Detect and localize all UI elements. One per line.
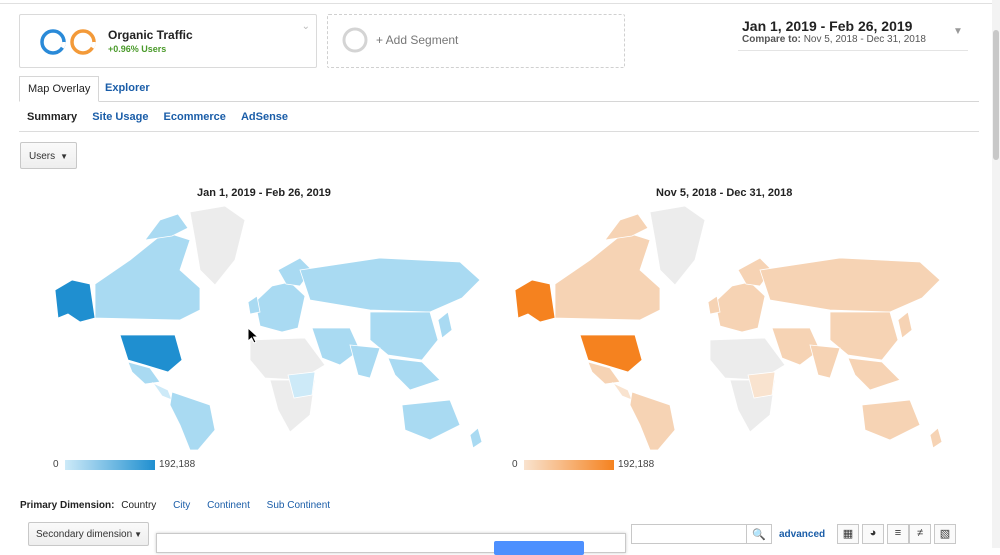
caret-down-icon: ▼: [60, 152, 68, 161]
popup-primary-button[interactable]: [494, 541, 584, 555]
subnav-divider: [19, 131, 979, 132]
report-tabs: Map Overlay Explorer: [19, 76, 979, 102]
primary-dimension-current: Country: [121, 500, 157, 511]
pivot-view-icon[interactable]: ▧: [934, 524, 956, 544]
map-region-russia[interactable]: [759, 257, 941, 313]
compare-label: Compare to:: [742, 34, 801, 45]
table-search-input[interactable]: [631, 524, 747, 544]
advanced-filter-link[interactable]: advanced: [779, 529, 825, 540]
subnav-summary[interactable]: Summary: [27, 111, 77, 123]
map-region-new-zealand[interactable]: [469, 427, 483, 449]
caret-down-icon: ▼: [134, 530, 142, 539]
map-region-southeast-asia[interactable]: [387, 357, 441, 391]
top-divider: [0, 3, 1000, 4]
map-region-china[interactable]: [369, 311, 439, 361]
popup-panel: [156, 533, 626, 555]
empty-segment-icon: [342, 27, 368, 53]
map-region-russia[interactable]: [299, 257, 481, 313]
map-region-europe[interactable]: [254, 281, 306, 333]
map-region-japan[interactable]: [437, 311, 453, 339]
map-legend-current: 0 192,188: [53, 459, 195, 470]
tab-explorer[interactable]: Explorer: [97, 76, 158, 102]
segment-title: Organic Traffic: [108, 28, 193, 42]
map-region-greenland[interactable]: [189, 205, 246, 286]
segment-organic-traffic[interactable]: Organic Traffic +0.96% Users ⌄: [19, 14, 317, 68]
date-range-compare[interactable]: Compare to: Nov 5, 2018 - Dec 31, 2018: [742, 34, 926, 45]
legend-max: 192,188: [618, 459, 655, 470]
compare-dates: Nov 5, 2018 - Dec 31, 2018: [803, 34, 926, 45]
map-region-usa[interactable]: [579, 334, 643, 373]
map-region-alaska[interactable]: [54, 279, 96, 323]
performance-view-icon[interactable]: ≡: [887, 524, 909, 544]
map-region-japan[interactable]: [897, 311, 913, 339]
map-title-compare: Nov 5, 2018 - Dec 31, 2018: [656, 187, 793, 199]
world-map-compare[interactable]: [510, 200, 950, 450]
map-region-canada[interactable]: [94, 231, 201, 321]
subnav-ecommerce[interactable]: Ecommerce: [164, 111, 226, 123]
search-icon[interactable]: 🔍: [747, 524, 772, 544]
map-region-south-america[interactable]: [629, 391, 676, 450]
map-region-alaska[interactable]: [514, 279, 556, 323]
map-region-china[interactable]: [829, 311, 899, 361]
map-region-canada-islands[interactable]: [144, 213, 189, 241]
metric-dropdown[interactable]: Users ▼: [20, 142, 77, 169]
map-region-central-america[interactable]: [151, 382, 173, 401]
legend-max: 192,188: [159, 459, 196, 470]
subnav-site-usage[interactable]: Site Usage: [92, 111, 148, 123]
world-map-current[interactable]: [50, 200, 490, 450]
map-region-australia[interactable]: [401, 399, 461, 441]
segment-rings-icon: [40, 29, 96, 55]
date-range-dropdown-icon[interactable]: ▼: [953, 26, 963, 37]
legend-gradient-bar: [524, 460, 614, 470]
page-scrollbar[interactable]: [992, 0, 1000, 548]
map-region-new-zealand[interactable]: [929, 427, 943, 449]
add-segment-label: + Add Segment: [376, 33, 459, 47]
map-title-current: Jan 1, 2019 - Feb 26, 2019: [197, 187, 331, 199]
dimension-city-link[interactable]: City: [173, 500, 190, 511]
map-region-south-america[interactable]: [169, 391, 216, 450]
map-region-india[interactable]: [809, 344, 841, 379]
explorer-subnav: Summary Site Usage Ecommerce AdSense: [27, 111, 300, 123]
date-range-primary[interactable]: Jan 1, 2019 - Feb 26, 2019: [742, 18, 912, 34]
map-region-southeast-asia[interactable]: [847, 357, 901, 391]
map-region-india[interactable]: [349, 344, 381, 379]
tab-map-overlay[interactable]: Map Overlay: [19, 76, 100, 102]
secondary-dimension-label: Secondary dimension: [36, 529, 133, 540]
legend-min: 0: [53, 459, 59, 470]
primary-dimension-label: Primary Dimension:: [20, 500, 115, 511]
map-region-canada[interactable]: [554, 231, 661, 321]
dimension-sub-continent-link[interactable]: Sub Continent: [267, 500, 330, 511]
secondary-dimension-dropdown[interactable]: Secondary dimension ▼: [28, 522, 149, 546]
legend-gradient-bar: [65, 460, 155, 470]
metric-dropdown-value: Users: [29, 151, 56, 162]
map-region-central-america[interactable]: [611, 382, 633, 401]
map-region-australia[interactable]: [861, 399, 921, 441]
grid-view-icon[interactable]: ▦: [837, 524, 859, 544]
dimension-continent-link[interactable]: Continent: [207, 500, 250, 511]
mouse-cursor-icon: [248, 328, 260, 344]
chevron-down-icon[interactable]: ⌄: [302, 21, 310, 32]
map-region-europe[interactable]: [714, 281, 766, 333]
primary-dimension: Primary Dimension: Country City Continen…: [20, 500, 330, 511]
map-region-usa[interactable]: [119, 334, 183, 373]
date-range-underline: [738, 50, 968, 51]
legend-min: 0: [512, 459, 518, 470]
pie-view-icon[interactable]: ◕: [862, 524, 884, 544]
subnav-adsense[interactable]: AdSense: [241, 111, 288, 123]
map-legend-compare: 0 192,188: [512, 459, 654, 470]
scroll-thumb[interactable]: [993, 30, 999, 160]
map-region-canada-islands[interactable]: [604, 213, 649, 241]
add-segment-button[interactable]: + Add Segment: [327, 14, 625, 68]
map-region-greenland[interactable]: [649, 205, 706, 286]
comparison-view-icon[interactable]: ≠: [909, 524, 931, 544]
segment-subtitle: +0.96% Users: [108, 44, 167, 54]
